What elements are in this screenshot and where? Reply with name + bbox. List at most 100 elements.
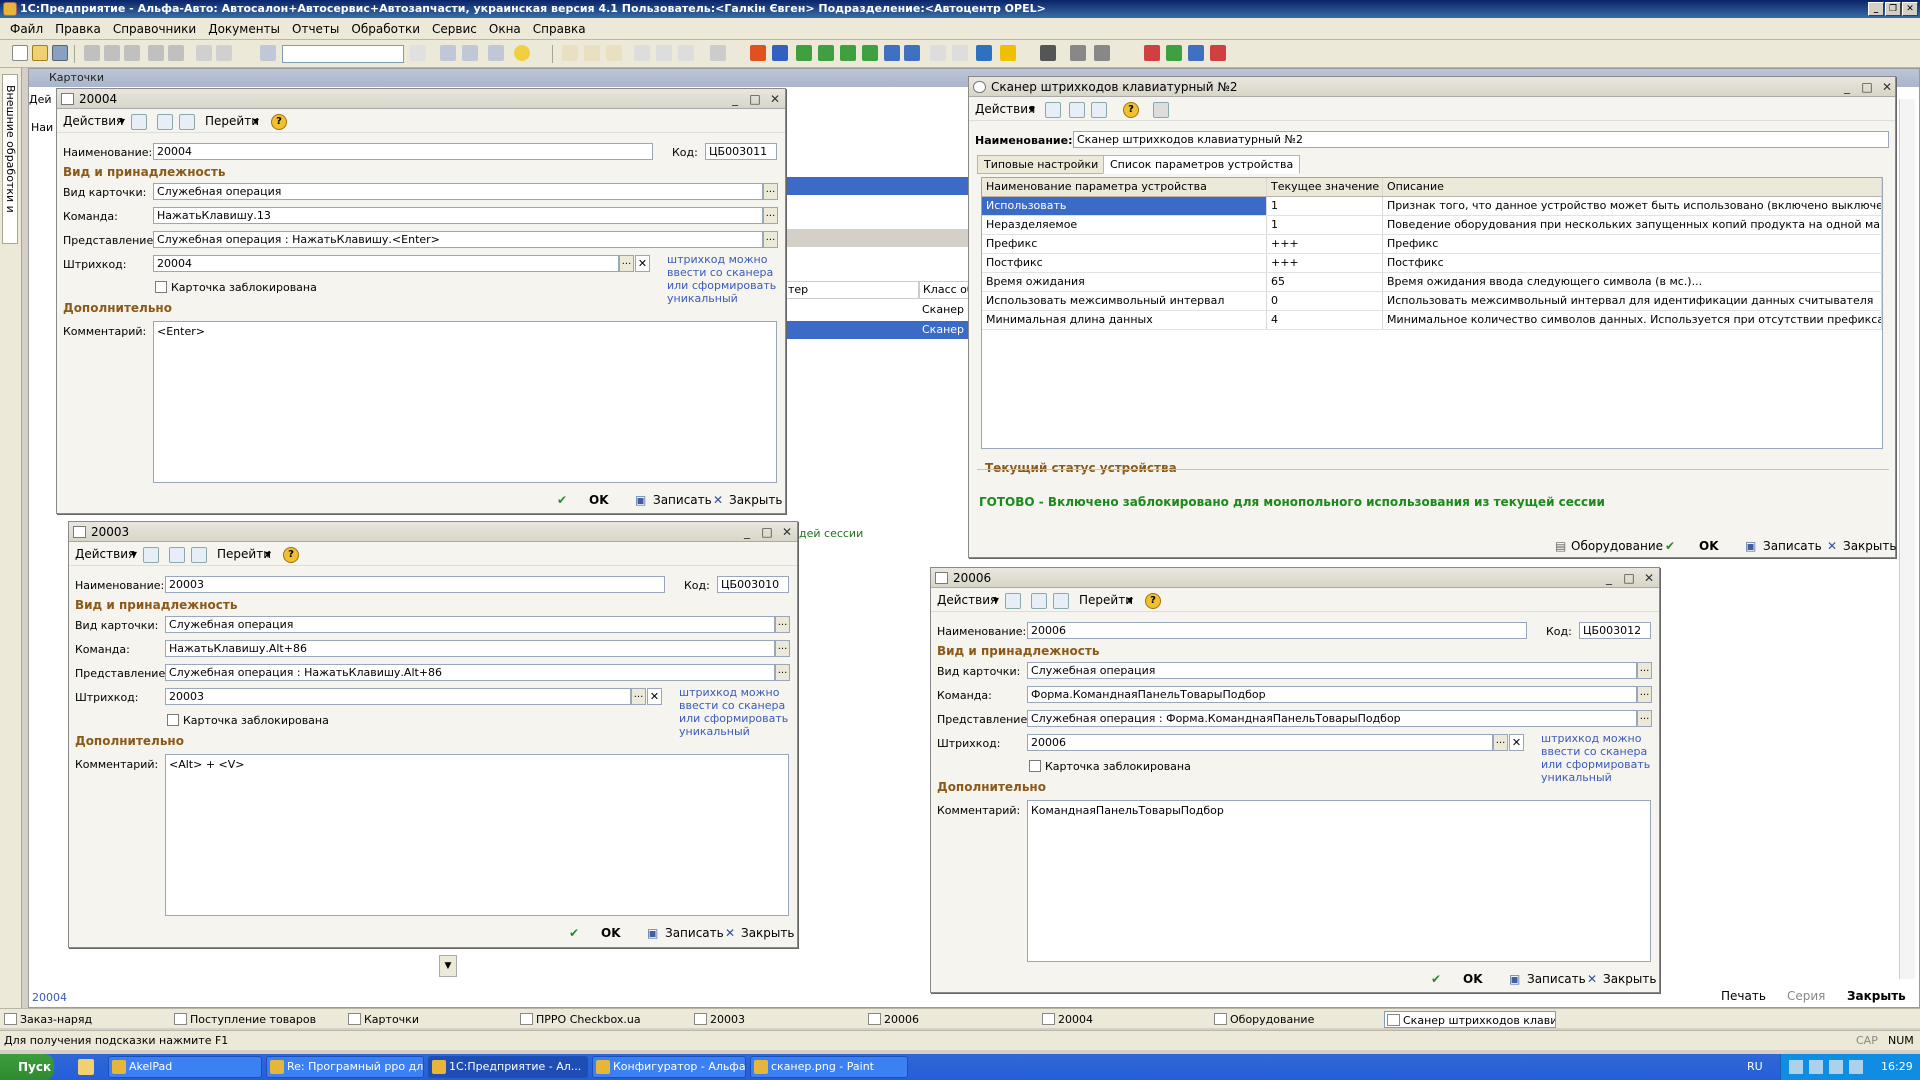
cards-col-header-1[interactable]: тер	[784, 281, 919, 299]
copy-form-icon[interactable]	[179, 114, 195, 130]
minimize-icon[interactable]: _	[727, 91, 743, 107]
code-input[interactable]: ЦБ003010	[717, 576, 789, 593]
tray-icon[interactable]	[1809, 1060, 1823, 1074]
save-button[interactable]: Записать	[1527, 972, 1586, 986]
doc-e-icon[interactable]	[884, 45, 900, 61]
external-reports-tab[interactable]: Внешние обработки и отчеты	[0, 74, 18, 244]
paste-icon[interactable]	[124, 45, 140, 61]
maximize-icon[interactable]: □	[1859, 79, 1875, 95]
tools-icon[interactable]	[710, 45, 726, 61]
select-button[interactable]: ...	[619, 255, 634, 272]
tab-standard-settings[interactable]: Типовые настройки	[977, 155, 1106, 174]
doc-f-icon[interactable]	[904, 45, 920, 61]
close-button[interactable]: Закрыть	[1843, 539, 1896, 553]
close-icon[interactable]: ✕	[779, 524, 795, 540]
invoice-icon[interactable]	[1188, 45, 1204, 61]
task-browser[interactable]: Re: Програмный рро дл...	[266, 1056, 424, 1078]
chevron-down-icon[interactable]: ▼	[439, 955, 457, 977]
copy-icon[interactable]	[104, 45, 120, 61]
close-button[interactable]: Закрыть	[1603, 972, 1656, 986]
copy-form-icon[interactable]	[1091, 102, 1107, 118]
car-icon[interactable]	[1040, 45, 1056, 61]
doc-b-icon[interactable]	[818, 45, 834, 61]
help-icon[interactable]: ?	[1145, 593, 1161, 609]
calendar-icon[interactable]	[584, 45, 600, 61]
ok-button[interactable]: OK	[589, 493, 609, 507]
col-description[interactable]: Описание	[1383, 178, 1882, 196]
start-button[interactable]: Пуск	[0, 1054, 54, 1080]
help-icon[interactable]: ?	[1123, 102, 1139, 118]
task-paint[interactable]: сканер.png - Paint	[750, 1056, 908, 1078]
maximize-icon[interactable]: □	[747, 91, 763, 107]
locked-checkbox[interactable]	[1029, 760, 1041, 772]
task-akelpad[interactable]: AkelPad	[108, 1056, 262, 1078]
code-input[interactable]: ЦБ003012	[1579, 622, 1651, 639]
save-button[interactable]: Записать	[665, 926, 724, 940]
cards-selected-row[interactable]	[784, 177, 994, 195]
table-row[interactable]: Неразделяемое 1 Поведение оборудования п…	[982, 216, 1882, 235]
clear-icon[interactable]: ✕	[635, 255, 650, 272]
actions-menu[interactable]: Действия	[975, 102, 1035, 116]
goto-menu[interactable]: Перейти	[205, 114, 259, 128]
nakl-icon[interactable]	[1210, 45, 1226, 61]
minimize-icon[interactable]: _	[739, 524, 755, 540]
maximize-icon[interactable]: □	[759, 524, 775, 540]
clear-icon[interactable]: ✕	[1509, 734, 1524, 751]
barcode-input[interactable]: 20006	[1027, 734, 1493, 751]
doc-c-icon[interactable]	[840, 45, 856, 61]
task-configurator[interactable]: Конфигуратор - Альфа...	[592, 1056, 746, 1078]
close-icon[interactable]: ✕	[1902, 2, 1918, 16]
save-button[interactable]: Записать	[1763, 539, 1822, 553]
name-input[interactable]: 20004	[153, 143, 653, 160]
select-button[interactable]: ...	[1637, 662, 1652, 679]
select-button[interactable]: ...	[1637, 710, 1652, 727]
window-tab-active[interactable]: Сканер штрихкодов клавиат...	[1384, 1011, 1556, 1028]
find-prev-icon[interactable]	[462, 45, 478, 61]
refresh-icon[interactable]	[157, 114, 173, 130]
name-input[interactable]: 20006	[1027, 622, 1527, 639]
cards-series-button[interactable]: Серия	[1787, 989, 1825, 1003]
name-input[interactable]: 20003	[165, 576, 665, 593]
window-tab[interactable]: 20004	[1040, 1011, 1210, 1028]
tray-icon[interactable]	[1789, 1060, 1803, 1074]
help-icon[interactable]: ?	[283, 547, 299, 563]
equipment-button[interactable]: Оборудование	[1571, 539, 1663, 553]
menu-processing[interactable]: Обработки	[345, 22, 426, 36]
table-row[interactable]: Время ожидания 65 Время ожидания ввода с…	[982, 273, 1882, 292]
menu-windows[interactable]: Окна	[483, 22, 527, 36]
calc-icon[interactable]	[562, 45, 578, 61]
select-button[interactable]: ...	[631, 688, 646, 705]
post-icon[interactable]	[1005, 593, 1021, 609]
copy-form-icon[interactable]	[1053, 593, 1069, 609]
table-row[interactable]: Использовать межсимвольный интервал 0 Ис…	[982, 292, 1882, 311]
close-icon[interactable]: ✕	[1641, 570, 1657, 586]
kind-input[interactable]: Служебная операция	[165, 616, 775, 633]
search-icon[interactable]	[260, 45, 276, 61]
select-button[interactable]: ...	[775, 640, 790, 657]
window-tab[interactable]: ПРРО Checkbox.ua	[518, 1011, 688, 1028]
find-next-icon[interactable]	[440, 45, 456, 61]
repr-input[interactable]: Служебная операция : НажатьКлавишу.Alt+8…	[165, 664, 775, 681]
cards-scrollbar[interactable]	[1899, 99, 1915, 979]
cut-icon[interactable]	[84, 45, 100, 61]
window-tab[interactable]: 20003	[692, 1011, 862, 1028]
m-plus-icon[interactable]	[656, 45, 672, 61]
print-icon[interactable]	[148, 45, 164, 61]
post-icon[interactable]	[131, 114, 147, 130]
menu-catalogs[interactable]: Справочники	[107, 22, 202, 36]
redo-icon[interactable]	[216, 45, 232, 61]
wrench-icon[interactable]	[1070, 45, 1086, 61]
task-1c-enterprise[interactable]: 1С:Предприятие - Ал...	[428, 1056, 588, 1078]
select-button[interactable]: ...	[775, 664, 790, 681]
actions-menu[interactable]: Действия	[75, 547, 135, 561]
select-button[interactable]: ...	[1637, 686, 1652, 703]
select-button[interactable]: ...	[763, 207, 778, 224]
menu-file[interactable]: Файл	[4, 22, 49, 36]
post-icon[interactable]	[1045, 102, 1061, 118]
barcode-input[interactable]: 20003	[165, 688, 631, 705]
select-button[interactable]: ...	[763, 183, 778, 200]
export-icon[interactable]	[1144, 45, 1160, 61]
locked-checkbox[interactable]	[167, 714, 179, 726]
refresh-icon[interactable]	[1069, 102, 1085, 118]
chart-icon[interactable]	[976, 45, 992, 61]
